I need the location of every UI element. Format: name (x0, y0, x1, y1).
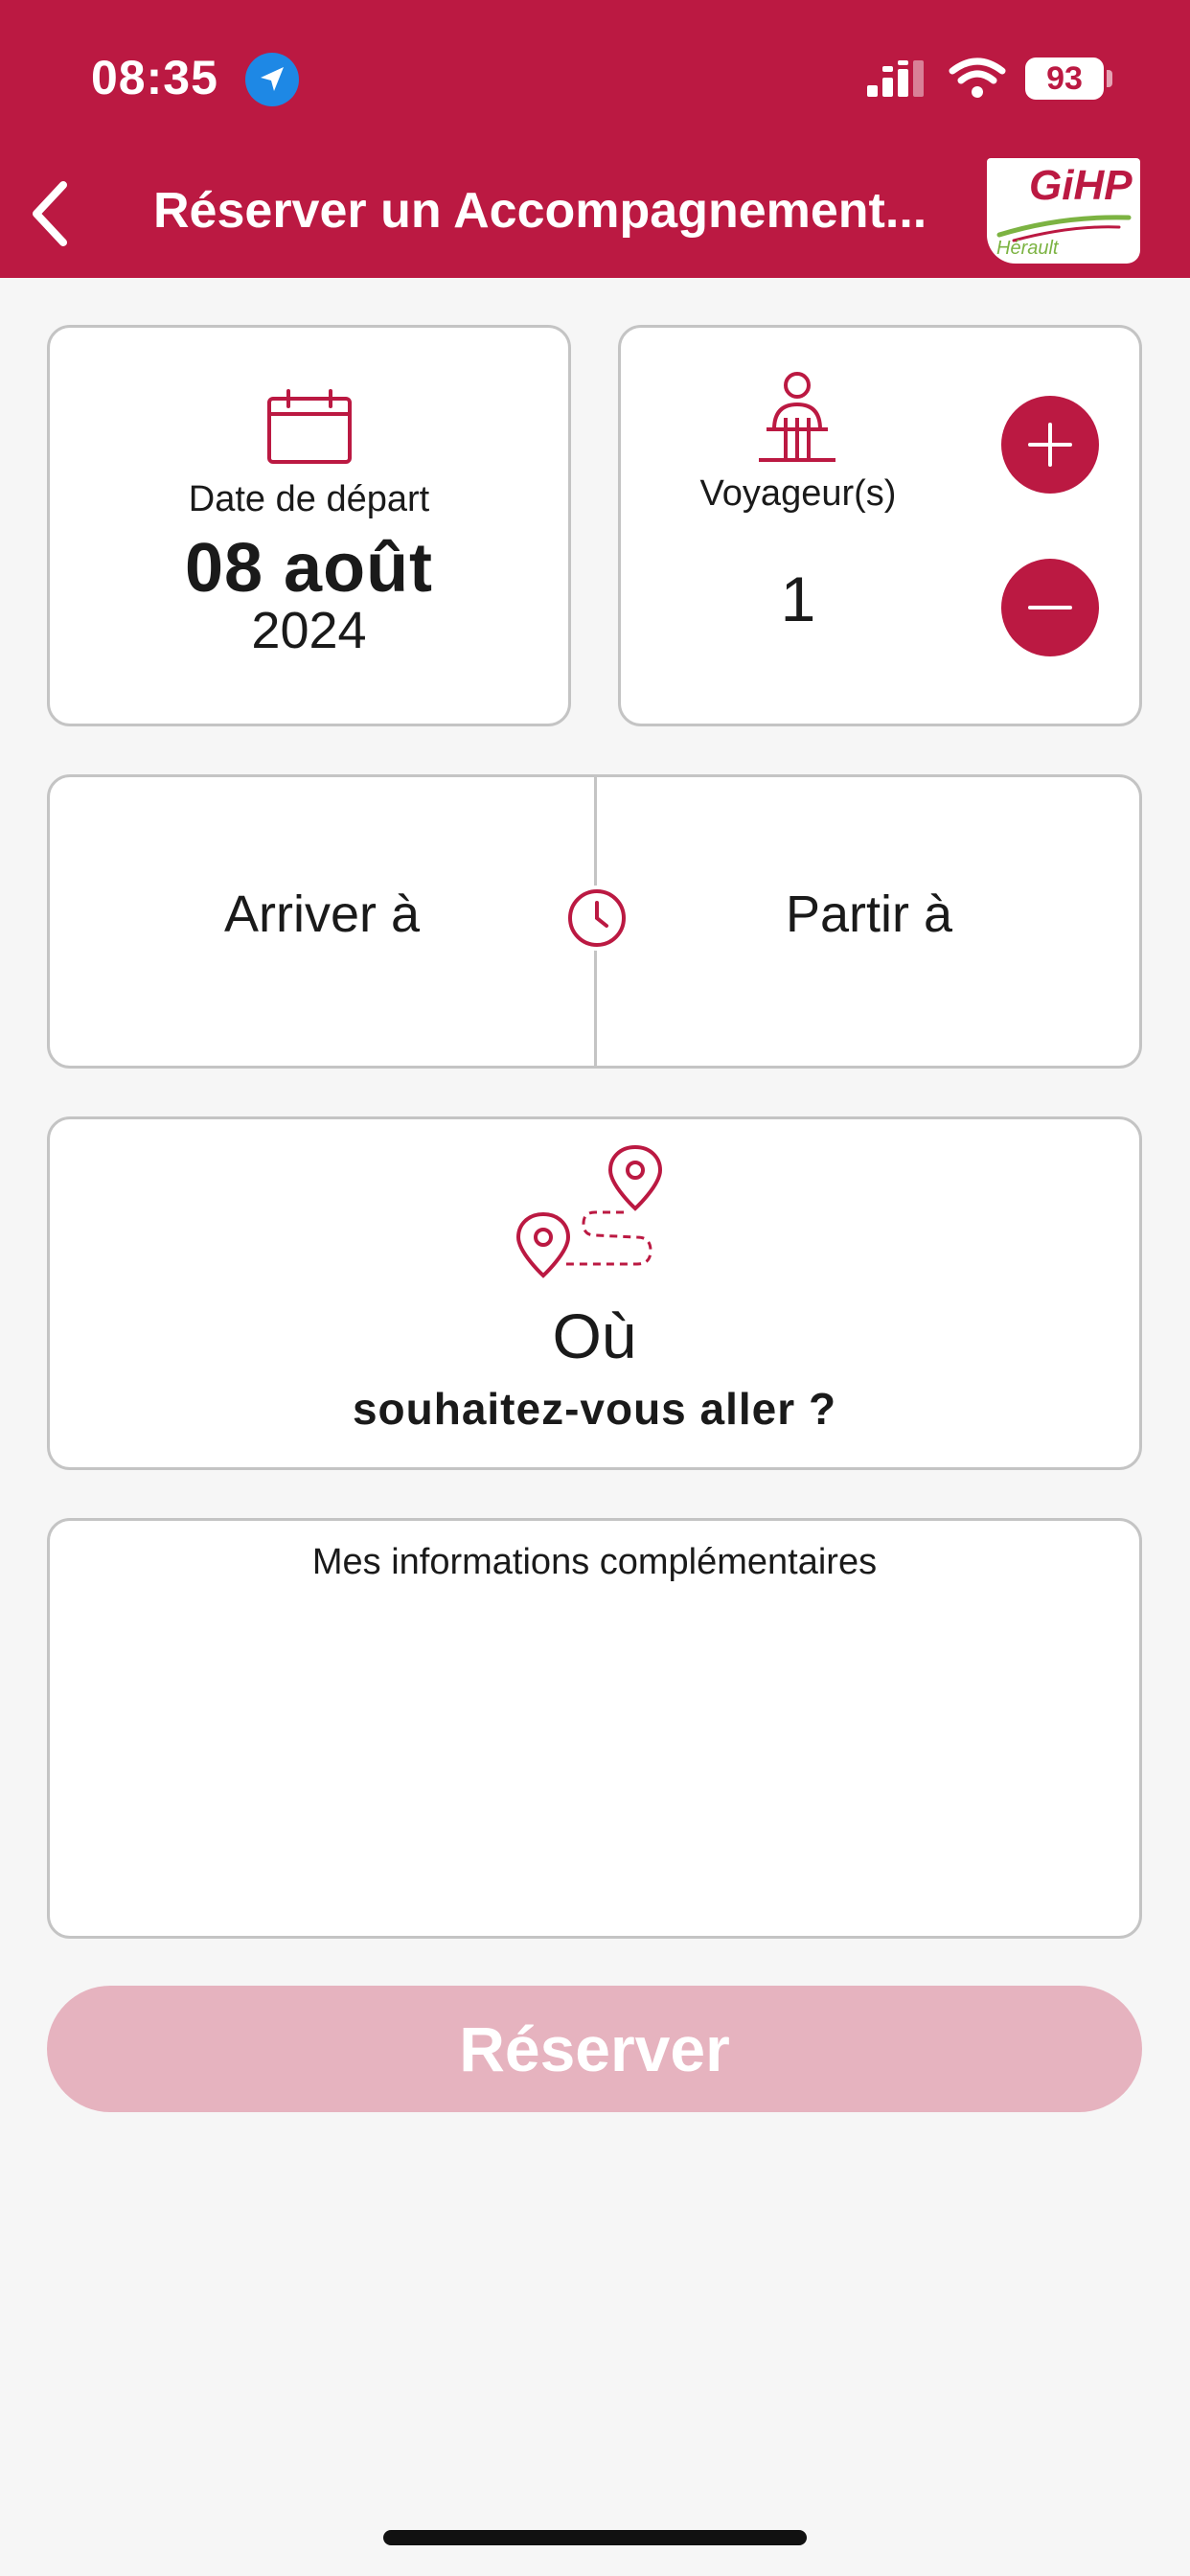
increment-travelers-button[interactable] (1001, 396, 1099, 494)
traveler-icon (759, 372, 835, 462)
back-chevron-icon[interactable] (21, 175, 79, 252)
calendar-icon (267, 389, 352, 464)
depart-at-option[interactable]: Partir à (597, 885, 1141, 944)
departure-date-card[interactable]: Date de départ 08 août 2024 (47, 325, 571, 726)
time-card: Arriver à Partir à (47, 774, 1142, 1069)
battery-nub (1107, 70, 1112, 87)
date-label: Date de départ (188, 479, 430, 519)
additional-info-label: Mes informations complémentaires (311, 1542, 878, 1582)
home-indicator[interactable] (383, 2530, 807, 2545)
reserve-button[interactable]: Réserver (47, 1986, 1142, 2112)
travelers-label: Voyageur(s) (699, 473, 897, 514)
arrive-at-option[interactable]: Arriver à (50, 885, 594, 944)
date-year: 2024 (251, 602, 367, 659)
route-pins-icon (515, 1145, 663, 1278)
page-title: Réserver un Accompagnement... (153, 183, 927, 239)
location-arrow-icon (245, 53, 299, 106)
travelers-card: Voyageur(s) 1 (618, 325, 1142, 726)
status-time: 08:35 (91, 51, 218, 104)
clock-icon (564, 886, 629, 951)
wifi-icon (949, 58, 1006, 98)
app-header: 08:35 93 Réserver un Accompagnement... G… (0, 0, 1190, 278)
logo-text: GiHP (1029, 162, 1133, 209)
minus-icon (1028, 606, 1072, 610)
destination-title: Où (552, 1300, 637, 1371)
signal-icon (867, 60, 924, 97)
logo-subtitle: Hérault (996, 238, 1059, 259)
plus-icon (1028, 423, 1072, 467)
destination-card[interactable]: Où souhaitez-vous aller ? (47, 1116, 1142, 1470)
destination-subtitle: souhaitez-vous aller ? (352, 1384, 837, 1434)
additional-info-field[interactable]: Mes informations complémentaires (47, 1518, 1142, 1939)
decrement-travelers-button[interactable] (1001, 559, 1099, 656)
travelers-count: 1 (780, 564, 816, 634)
date-day: 08 août (184, 530, 434, 607)
battery-icon: 93 (1025, 58, 1104, 100)
